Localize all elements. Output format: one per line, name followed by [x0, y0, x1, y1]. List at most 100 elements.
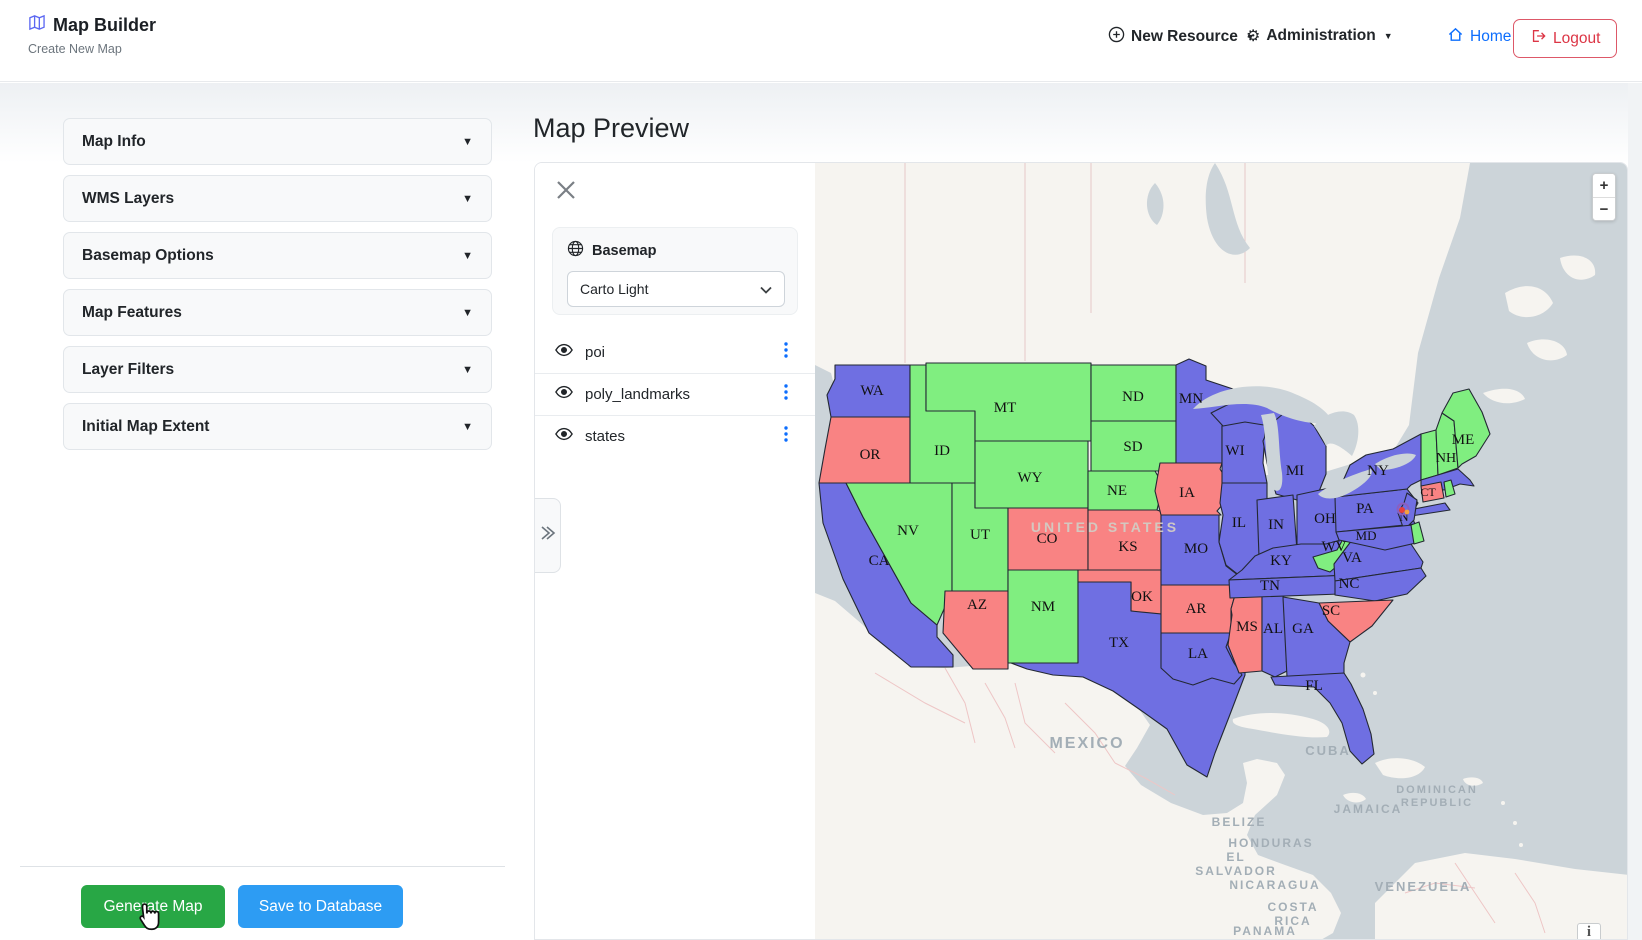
map-preview-panel: Basemap Carto Light poi	[534, 162, 1628, 940]
app-header: Map Builder Create New Map New Resource …	[0, 0, 1642, 82]
administration-menu[interactable]: ⚙ Administration ▼	[1246, 26, 1393, 46]
state-label-nc: NC	[1339, 576, 1360, 592]
state-label-ok: OK	[1131, 589, 1153, 605]
eye-icon[interactable]	[555, 343, 573, 362]
map-zoom-control: + −	[1592, 173, 1616, 221]
chevron-down-icon: ▼	[462, 136, 473, 148]
zoom-in-button[interactable]: +	[1593, 174, 1615, 197]
svg-text:UNITED STATES: UNITED STATES	[1031, 519, 1179, 535]
chevron-down-icon: ▼	[462, 193, 473, 205]
state-label-wy: WY	[1018, 470, 1043, 486]
zoom-out-button[interactable]: −	[1593, 197, 1615, 220]
new-resource-menu[interactable]: New Resource ▼	[1108, 26, 1255, 48]
state-label-ny: NY	[1367, 463, 1389, 479]
state-label-ky: KY	[1270, 553, 1292, 569]
basemap-label: Basemap	[592, 243, 656, 259]
state-label-nv: NV	[897, 523, 919, 539]
state-label-ut: UT	[970, 527, 990, 543]
section-label: Map Info	[82, 133, 146, 151]
state-label-tx: TX	[1109, 635, 1129, 651]
state-label-sd: SD	[1123, 439, 1142, 455]
layer-row-states[interactable]: states	[535, 415, 815, 457]
state-label-nm: NM	[1031, 599, 1055, 615]
section-map-features[interactable]: Map Features ▼	[63, 289, 492, 336]
state-label-az: AZ	[967, 597, 987, 613]
section-label: WMS Layers	[82, 190, 174, 208]
section-label: Initial Map Extent	[82, 418, 209, 436]
eye-icon[interactable]	[555, 427, 573, 446]
section-map-info[interactable]: Map Info ▼	[63, 118, 492, 165]
page-right-gutter	[1628, 83, 1642, 940]
map-canvas[interactable]: WAORCAIDNVUTAZMTWYCONMNDSDNEKSOKTXMNIAMO…	[815, 163, 1628, 940]
basemap-card: Basemap Carto Light	[552, 227, 798, 315]
layer-row-poly-landmarks[interactable]: poly_landmarks	[535, 373, 815, 415]
chevron-down-icon: ▼	[462, 364, 473, 376]
layer-name: states	[585, 428, 777, 445]
state-label-mt: MT	[994, 400, 1017, 416]
layer-control-sidebar: Basemap Carto Light poi	[535, 163, 815, 940]
layer-name: poi	[585, 344, 777, 361]
chevron-down-icon	[760, 281, 772, 297]
kebab-menu-icon[interactable]	[777, 384, 795, 405]
app-title: Map Builder	[53, 15, 156, 36]
state-label-nd: ND	[1122, 389, 1144, 405]
country-label: DOMINICAN	[1396, 784, 1478, 796]
eye-icon[interactable]	[555, 385, 573, 404]
section-wms-layers[interactable]: WMS Layers ▼	[63, 175, 492, 222]
kebab-menu-icon[interactable]	[777, 342, 795, 363]
country-label: SALVADOR	[1195, 864, 1277, 878]
section-label: Map Features	[82, 304, 182, 322]
close-icon[interactable]	[554, 178, 578, 202]
country-label: COSTA	[1267, 900, 1318, 914]
layer-name: poly_landmarks	[585, 386, 777, 403]
state-label-mn: MN	[1179, 391, 1203, 407]
layer-list: poi poly_landmarks	[535, 331, 815, 457]
app-subtitle: Create New Map	[28, 42, 156, 56]
state-label-in: IN	[1268, 517, 1284, 533]
state-label-il: IL	[1232, 515, 1246, 531]
logout-icon	[1530, 28, 1546, 49]
kebab-menu-icon[interactable]	[777, 426, 795, 447]
country-label: PANAMA	[1233, 924, 1297, 938]
section-initial-map-extent[interactable]: Initial Map Extent ▼	[63, 403, 492, 450]
basemap-selected-value: Carto Light	[580, 281, 648, 297]
country-label: REPUBLIC	[1401, 797, 1473, 809]
state-label-oh: OH	[1314, 511, 1336, 527]
state-label-ne: NE	[1107, 483, 1127, 499]
state-label-wi: WI	[1225, 443, 1244, 459]
attribution-info-button[interactable]: i	[1577, 923, 1601, 940]
state-label-mi: MI	[1286, 463, 1304, 479]
state-label-or: OR	[860, 447, 881, 463]
state-label-ks: KS	[1118, 539, 1137, 555]
mouse-cursor	[137, 903, 163, 938]
state-label-sc: SC	[1322, 603, 1340, 619]
chevron-down-icon: ▼	[462, 307, 473, 319]
state-label-ms: MS	[1236, 619, 1258, 635]
state-label-ct: CT	[1420, 485, 1436, 499]
country-label: VENEZUELA	[1375, 879, 1472, 894]
state-label-ia: IA	[1179, 485, 1195, 501]
logout-button[interactable]: Logout	[1513, 19, 1617, 58]
home-link[interactable]: Home	[1447, 26, 1511, 48]
sidebar-expand-tab[interactable]	[534, 498, 561, 573]
state-label-nh: NH	[1436, 451, 1456, 466]
new-resource-label: New Resource	[1131, 28, 1238, 46]
section-basemap-options[interactable]: Basemap Options ▼	[63, 232, 492, 279]
double-chevron-right-icon	[538, 524, 556, 547]
state-label-me: ME	[1452, 432, 1475, 448]
builder-sidebar: Map Info ▼ WMS Layers ▼ Basemap Options …	[63, 118, 492, 460]
home-label: Home	[1470, 28, 1511, 46]
state-label-pa: PA	[1356, 501, 1374, 517]
administration-label: Administration	[1266, 27, 1375, 45]
chevron-down-icon: ▼	[462, 250, 473, 262]
state-label-id: ID	[934, 443, 950, 459]
plus-circle-icon	[1108, 26, 1125, 48]
basemap-select[interactable]: Carto Light	[567, 271, 785, 307]
section-label: Basemap Options	[82, 247, 214, 265]
page-title: Map Preview	[533, 113, 689, 144]
save-to-database-button[interactable]: Save to Database	[238, 885, 403, 928]
layer-row-poi[interactable]: poi	[535, 331, 815, 373]
state-nm[interactable]	[1008, 570, 1078, 663]
section-label: Layer Filters	[82, 361, 174, 379]
section-layer-filters[interactable]: Layer Filters ▼	[63, 346, 492, 393]
